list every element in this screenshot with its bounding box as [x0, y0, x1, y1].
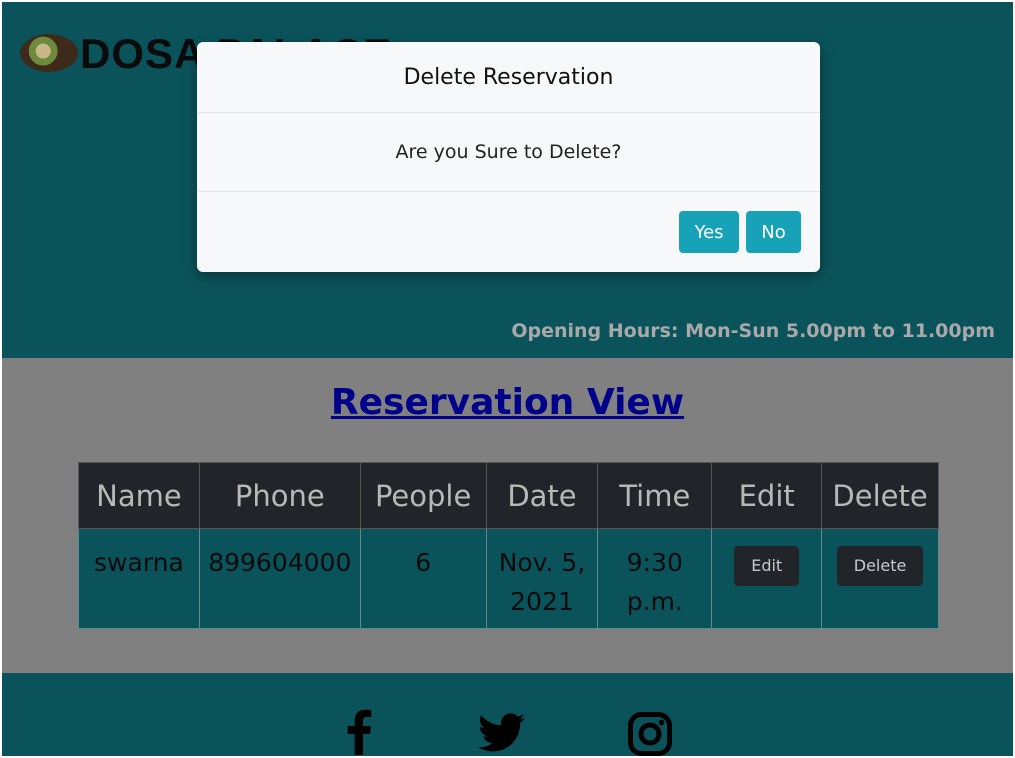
modal-message: Are you Sure to Delete?: [197, 113, 820, 192]
modal-footer: Yes No: [197, 192, 820, 272]
delete-confirm-dialog: Delete Reservation Are you Sure to Delet…: [197, 42, 820, 272]
no-button[interactable]: No: [746, 211, 801, 253]
yes-button[interactable]: Yes: [679, 211, 739, 253]
modal-title: Delete Reservation: [197, 42, 820, 113]
modal-overlay: Delete Reservation Are you Sure to Delet…: [0, 0, 1015, 758]
